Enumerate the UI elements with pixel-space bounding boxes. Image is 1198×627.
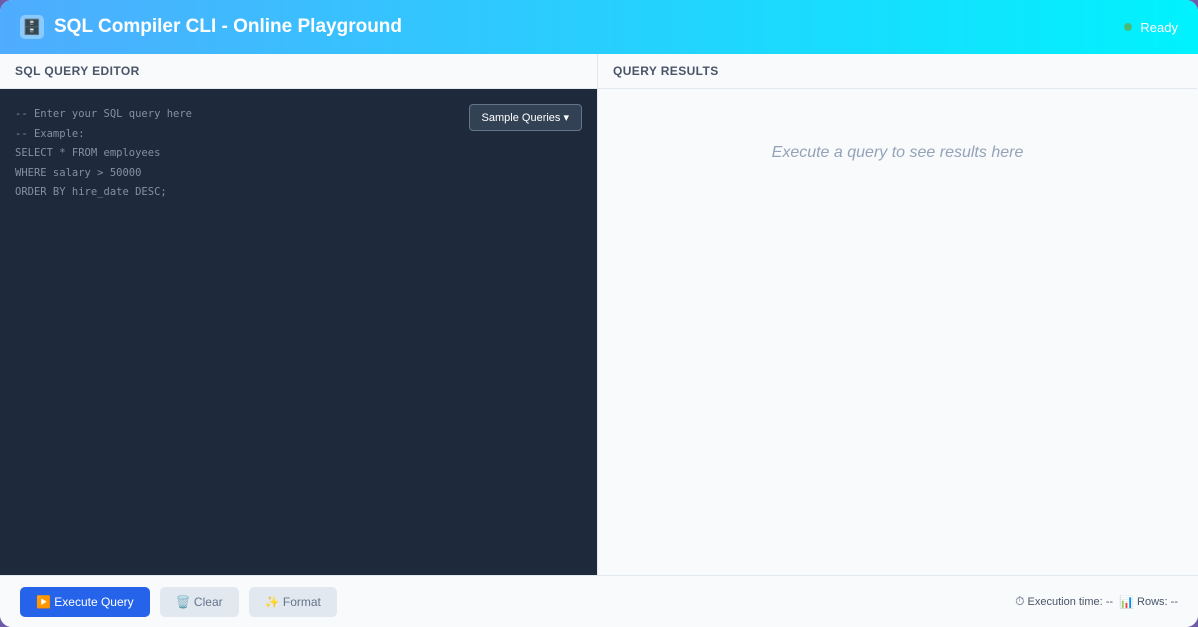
- header-brand: 🗄️ SQL Compiler CLI - Online Playground: [20, 15, 402, 39]
- app-header: 🗄️ SQL Compiler CLI - Online Playground …: [0, 0, 1198, 54]
- bar-chart-icon: 📊: [1119, 594, 1135, 609]
- sql-editor[interactable]: -- Enter your SQL query here -- Example:…: [0, 89, 597, 575]
- status-indicator: Ready: [1124, 20, 1178, 35]
- format-button[interactable]: ✨ Format: [248, 586, 337, 617]
- results-empty-message: Execute a query to see results here: [771, 144, 1024, 161]
- results-area: Execute a query to see results here: [598, 89, 1197, 575]
- footer-toolbar: ▶️ Execute Query 🗑️ Clear ✨ Format ⏱ Exe…: [0, 575, 1198, 627]
- main-area: SQL QUERY EDITOR -- Enter your SQL query…: [0, 54, 1198, 575]
- status-text: Ready: [1140, 19, 1178, 35]
- execution-time-stat: ⏱ Execution time: --: [1015, 594, 1113, 609]
- database-icon: 🗄️: [20, 15, 44, 39]
- sample-queries-button[interactable]: Sample Queries ▾: [468, 104, 582, 131]
- app-window: 🗄️ SQL Compiler CLI - Online Playground …: [0, 0, 1198, 627]
- clear-button[interactable]: 🗑️ Clear: [159, 586, 239, 617]
- editor-pane: SQL QUERY EDITOR -- Enter your SQL query…: [0, 54, 598, 575]
- rows-stat: 📊 Rows: --: [1119, 595, 1178, 609]
- status-dot-icon: [1124, 23, 1133, 31]
- results-pane-title: QUERY RESULTS: [598, 54, 1197, 89]
- app-title: SQL Compiler CLI - Online Playground: [54, 16, 403, 37]
- execute-query-button[interactable]: ▶️ Execute Query: [20, 586, 150, 617]
- execution-time-label: Execution time: --: [1027, 595, 1114, 608]
- editor-pane-title: SQL QUERY EDITOR: [0, 54, 597, 89]
- action-buttons: ▶️ Execute Query 🗑️ Clear ✨ Format: [20, 586, 337, 617]
- rows-label: Rows: --: [1137, 595, 1178, 608]
- results-pane: QUERY RESULTS Execute a query to see res…: [598, 54, 1197, 575]
- query-stats: ⏱ Execution time: -- 📊 Rows: --: [1015, 594, 1178, 609]
- stopwatch-icon: ⏱: [1015, 594, 1025, 608]
